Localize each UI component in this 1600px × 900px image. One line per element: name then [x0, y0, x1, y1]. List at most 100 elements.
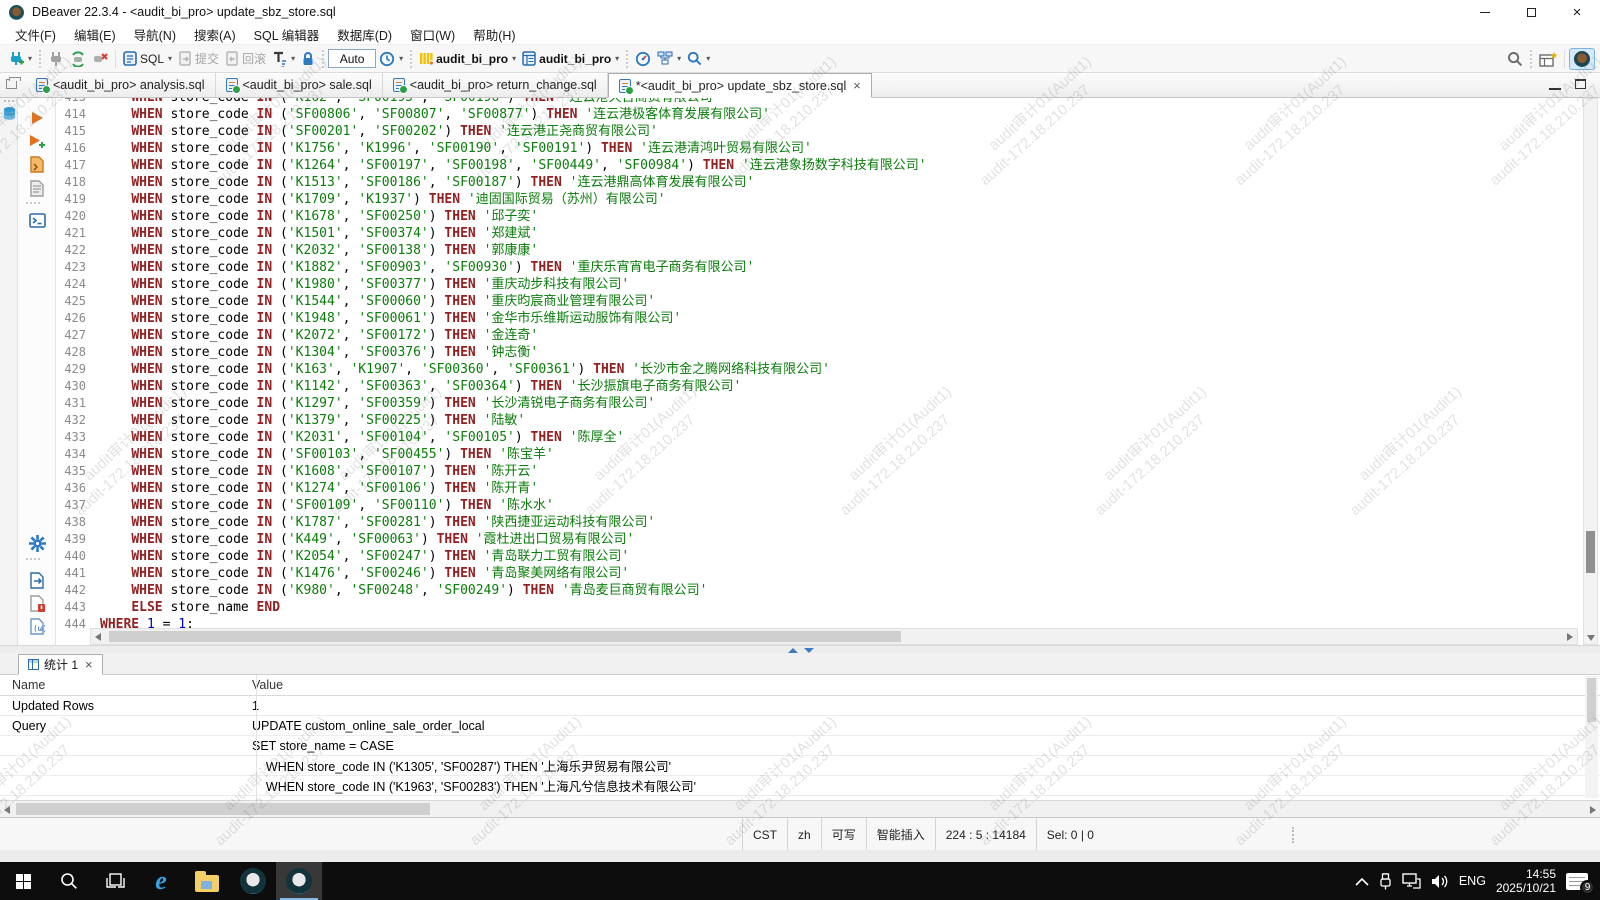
sql-editor[interactable]: 413 WHEN store_code IN ('K162', 'SF00195… [56, 98, 1580, 628]
menu-item[interactable]: 帮助(H) [464, 25, 524, 44]
result-row[interactable]: QueryUPDATE custom_online_sale_order_loc… [0, 716, 1600, 736]
input-language[interactable]: ENG [1459, 874, 1486, 888]
code-line[interactable]: 413 WHEN store_code IN ('K162', 'SF00195… [56, 98, 721, 106]
result-row[interactable]: WHEN store_code IN ('K1963', 'SF00283') … [0, 776, 1600, 796]
restore-panes-icon[interactable] [6, 79, 17, 89]
file-explorer-button[interactable] [184, 862, 230, 900]
code-line[interactable]: 442 WHEN store_code IN ('K980', 'SF00248… [56, 582, 708, 599]
transaction-history-button[interactable]: ▾ [376, 49, 406, 69]
database-selector[interactable]: audit_bi_pro ▾ [519, 49, 622, 68]
code-line[interactable]: 415 WHEN store_code IN ('SF00201', 'SF00… [56, 123, 658, 140]
code-line[interactable]: 417 WHEN store_code IN ('K1264', 'SF0019… [56, 157, 927, 174]
code-line[interactable]: 432 WHEN store_code IN ('K1379', 'SF0022… [56, 412, 525, 429]
editor-horizontal-scrollbar[interactable] [90, 628, 1578, 645]
column-header-value[interactable]: Value [244, 678, 283, 692]
maximize-button[interactable] [1508, 0, 1554, 24]
code-line[interactable]: 433 WHEN store_code IN ('K2031', 'SF0010… [56, 429, 624, 446]
editor-vertical-scrollbar[interactable] [1583, 98, 1598, 645]
code-line[interactable]: 429 WHEN store_code IN ('K163', 'K1907',… [56, 361, 830, 378]
close-button[interactable]: × [1554, 0, 1600, 24]
code-line[interactable]: 430 WHEN store_code IN ('K1142', 'SF0036… [56, 378, 741, 395]
er-diagram-button[interactable]: ▾ [654, 49, 684, 68]
speaker-icon[interactable] [1431, 874, 1449, 889]
column-header-name[interactable]: Name [0, 678, 244, 692]
clock[interactable]: 14:55 2025/10/21 [1496, 867, 1556, 895]
editor-tab[interactable]: *<audit_bi_pro> update_sbz_store.sql× [608, 73, 872, 98]
reconnect-button[interactable] [67, 49, 89, 69]
tray-chevron-icon[interactable] [1355, 877, 1369, 886]
dbeaver-perspective-button[interactable] [1569, 48, 1595, 70]
menu-item[interactable]: 编辑(E) [65, 25, 125, 44]
dbeaver-taskbar-button-active[interactable] [276, 862, 322, 900]
minimize-editor-icon[interactable] [1549, 88, 1561, 90]
code-line[interactable]: 441 WHEN store_code IN ('K1476', 'SF0024… [56, 565, 629, 582]
code-line[interactable]: 443 ELSE store_name END [56, 599, 280, 616]
minimize-button[interactable] [1462, 0, 1508, 24]
code-line[interactable]: 426 WHEN store_code IN ('K1948', 'SF0006… [56, 310, 681, 327]
maximize-editor-icon[interactable] [1575, 79, 1586, 89]
rollback-button[interactable]: 回滚 [222, 48, 269, 69]
editor-tab[interactable]: <audit_bi_pro> sale.sql [216, 73, 383, 97]
connect-button[interactable] [45, 49, 67, 69]
scroll-right-arrow[interactable] [1590, 806, 1596, 814]
code-line[interactable]: 437 WHEN store_code IN ('SF00109', 'SF00… [56, 497, 554, 514]
scrollbar-thumb[interactable] [1587, 678, 1596, 722]
lock-button[interactable] [298, 49, 318, 69]
commit-mode-select[interactable]: Auto [328, 49, 376, 68]
tab-close-icon[interactable]: × [85, 657, 93, 672]
file-info-button[interactable]: (ω) [27, 616, 47, 636]
sql-editor-button[interactable]: SQL ▾ [120, 49, 175, 68]
execute-new-tab-button[interactable] [27, 131, 47, 151]
menu-item[interactable]: SQL 编辑器 [245, 25, 329, 44]
export-results-button[interactable] [27, 570, 47, 590]
network-icon[interactable] [1402, 873, 1421, 889]
scroll-left-arrow[interactable] [4, 806, 10, 814]
code-line[interactable]: 414 WHEN store_code IN ('SF00806', 'SF00… [56, 106, 770, 123]
editor-tab[interactable]: <audit_bi_pro> return_change.sql [383, 73, 608, 97]
file-warning-button[interactable] [27, 593, 47, 613]
task-view-button[interactable] [92, 862, 138, 900]
code-line[interactable]: 439 WHEN store_code IN ('K449', 'SF00063… [56, 531, 634, 548]
scroll-right-arrow[interactable] [1567, 633, 1573, 641]
code-line[interactable]: 431 WHEN store_code IN ('K1297', 'SF0035… [56, 395, 655, 412]
code-line[interactable]: 416 WHEN store_code IN ('K1756', 'K1996'… [56, 140, 812, 157]
open-perspective-button[interactable] [1536, 49, 1560, 69]
start-button[interactable] [0, 862, 46, 900]
settings-button[interactable] [27, 533, 47, 553]
internet-explorer-button[interactable]: e [138, 862, 184, 900]
scroll-left-arrow[interactable] [95, 633, 101, 641]
code-line[interactable]: 425 WHEN store_code IN ('K1544', 'SF0006… [56, 293, 655, 310]
scroll-down-arrow[interactable] [1587, 635, 1595, 641]
code-line[interactable]: 428 WHEN store_code IN ('K1304', 'SF0037… [56, 344, 538, 361]
statistics-tab[interactable]: 统计 1 × [18, 654, 103, 675]
code-line[interactable]: 427 WHEN store_code IN ('K2072', 'SF0017… [56, 327, 538, 344]
code-line[interactable]: 422 WHEN store_code IN ('K2032', 'SF0013… [56, 242, 538, 259]
menu-item[interactable]: 文件(F) [6, 25, 65, 44]
dbeaver-taskbar-button[interactable] [230, 862, 276, 900]
tab-close-icon[interactable]: × [853, 78, 861, 93]
results-vertical-scrollbar[interactable] [1585, 676, 1598, 798]
code-line[interactable]: 420 WHEN store_code IN ('K1678', 'SF0025… [56, 208, 538, 225]
connection-selector[interactable]: audit_bi_pro ▾ [416, 49, 519, 68]
code-line[interactable]: 435 WHEN store_code IN ('K1608', 'SF0010… [56, 463, 538, 480]
action-center-button[interactable]: 9 [1566, 873, 1588, 890]
menu-item[interactable]: 数据库(D) [328, 25, 401, 44]
code-line[interactable]: 419 WHEN store_code IN ('K1709', 'K1937'… [56, 191, 666, 208]
menu-item[interactable]: 窗口(W) [401, 25, 464, 44]
code-line[interactable]: 423 WHEN store_code IN ('K1882', 'SF0090… [56, 259, 754, 276]
code-line[interactable]: 421 WHEN store_code IN ('K1501', 'SF0037… [56, 225, 538, 242]
results-horizontal-scrollbar[interactable] [0, 800, 1600, 817]
code-line[interactable]: 424 WHEN store_code IN ('K1980', 'SF0037… [56, 276, 629, 293]
transaction-log-button[interactable]: ▾ [269, 49, 298, 69]
new-connection-button[interactable]: ▾ [5, 49, 35, 69]
menu-item[interactable]: 导航(N) [125, 25, 185, 44]
quick-access-search[interactable] [1504, 49, 1526, 69]
execute-statement-button[interactable] [27, 108, 47, 128]
code-line[interactable]: 438 WHEN store_code IN ('K1787', 'SF0028… [56, 514, 655, 531]
menu-item[interactable]: 搜索(A) [185, 25, 245, 44]
dashboard-button[interactable] [632, 49, 654, 69]
scrollbar-thumb[interactable] [16, 803, 430, 815]
explain-plan-button[interactable] [27, 178, 47, 198]
code-line[interactable]: 436 WHEN store_code IN ('K1274', 'SF0010… [56, 480, 538, 497]
result-row[interactable]: WHEN store_code IN ('K1305', 'SF00287') … [0, 756, 1600, 776]
